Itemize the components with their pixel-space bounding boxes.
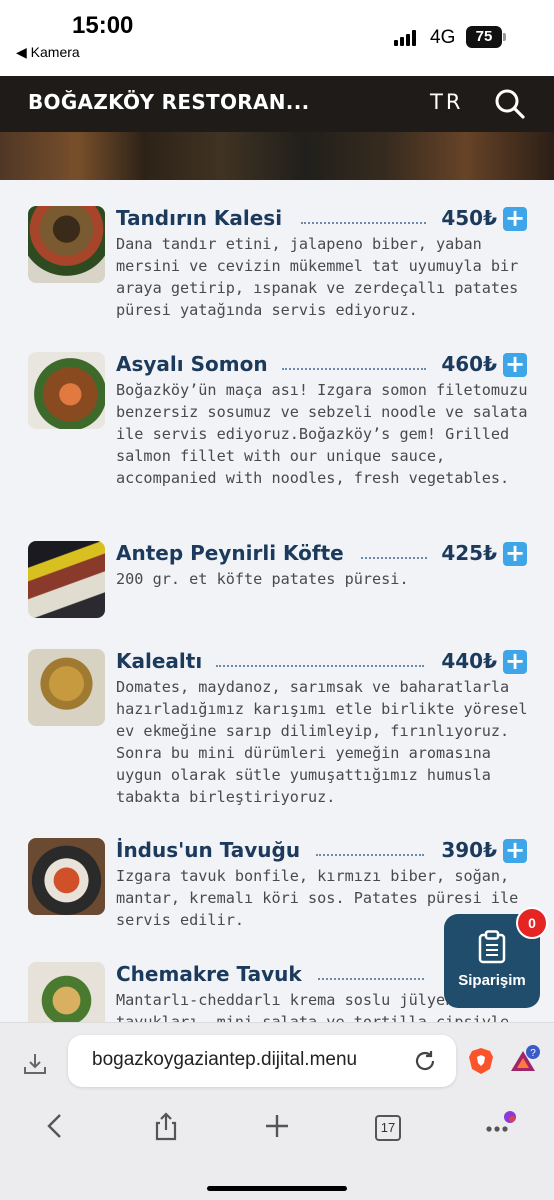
order-count-badge: 0	[516, 907, 548, 939]
item-price: 390₺	[441, 838, 497, 862]
menu-item[interactable]: Antep Peynirli Köfte 425₺ + 200 gr. et k…	[28, 541, 528, 621]
download-icon[interactable]	[22, 1051, 48, 1077]
app-header: BOĞAZKÖY RESTORAN... TR	[0, 76, 554, 132]
more-menu-icon[interactable]	[484, 1111, 516, 1141]
item-price: 440₺	[441, 649, 497, 673]
add-to-order-button[interactable]: +	[503, 541, 527, 566]
item-title-row: Antep Peynirli Köfte 425₺ +	[116, 541, 527, 567]
reload-icon[interactable]	[413, 1049, 437, 1073]
network-type: 4G	[430, 27, 456, 48]
item-name: Tandırın Kalesi	[116, 206, 283, 230]
url-text: bogazkoygaziantep.dijital.menu	[92, 1049, 358, 1070]
item-name: Chemakre Tavuk	[116, 962, 302, 986]
rewards-badge: ?	[530, 1048, 536, 1059]
menu-item[interactable]: Asyalı Somon 460₺ + Boğazköy’ün maça ası…	[28, 352, 528, 512]
menu-list: Tandırın Kalesi 450₺ + Dana tandır etini…	[0, 180, 554, 1022]
dotted-leader	[316, 854, 424, 856]
menu-item[interactable]: Kalealtı 440₺ + Domates, maydanoz, sarım…	[28, 649, 528, 814]
battery-tip	[503, 33, 506, 41]
hero-image	[0, 132, 554, 180]
dish-image	[28, 541, 105, 618]
back-icon[interactable]	[40, 1111, 70, 1141]
brave-shield-icon[interactable]	[468, 1047, 494, 1075]
dotted-leader	[216, 665, 424, 667]
language-selector[interactable]: TR	[430, 90, 463, 114]
add-to-order-button[interactable]: +	[503, 649, 527, 674]
back-to-app-link[interactable]: ◀ Kamera	[16, 44, 80, 61]
add-to-order-button[interactable]: +	[503, 838, 527, 863]
my-order-label: Siparişim	[458, 972, 526, 989]
item-price: 460₺	[441, 352, 497, 376]
item-price: 425₺	[441, 541, 497, 565]
address-bar[interactable]: bogazkoygaziantep.dijital.menu	[68, 1035, 456, 1087]
status-time: 15:00	[72, 12, 134, 39]
home-indicator	[207, 1186, 347, 1191]
item-name: Antep Peynirli Köfte	[116, 541, 344, 565]
restaurant-title[interactable]: BOĞAZKÖY RESTORAN...	[28, 90, 310, 114]
item-name: İndus'un Tavuğu	[116, 838, 301, 862]
item-price: 450₺	[441, 206, 497, 230]
dish-image	[28, 838, 105, 915]
dish-image	[28, 352, 105, 429]
item-title-row: Kalealtı 440₺ +	[116, 649, 527, 675]
item-description: Boğazköy’ün maça ası! Izgara somon filet…	[116, 381, 528, 487]
item-description: Domates, maydanoz, sarımsak ve baharatla…	[116, 678, 528, 806]
add-to-order-button[interactable]: +	[503, 206, 527, 231]
clipboard-icon	[478, 930, 506, 964]
item-title-row: Tandırın Kalesi 450₺ +	[116, 206, 527, 232]
status-bar: 15:00 ◀ Kamera 4G 75	[0, 0, 554, 76]
item-name: Asyalı Somon	[116, 352, 268, 376]
tabs-count-button[interactable]: 17	[375, 1115, 401, 1141]
new-tab-icon[interactable]	[262, 1111, 292, 1141]
add-to-order-button[interactable]: +	[503, 352, 527, 377]
dotted-leader	[318, 978, 424, 980]
item-title-row: İndus'un Tavuğu 390₺ +	[116, 838, 527, 864]
dish-image	[28, 206, 105, 283]
dotted-leader	[282, 368, 426, 370]
dotted-leader	[301, 222, 426, 224]
dotted-leader	[361, 557, 427, 559]
menu-item[interactable]: Tandırın Kalesi 450₺ + Dana tandır etini…	[28, 206, 528, 326]
item-description: Dana tandır etini, jalapeno biber, yaban…	[116, 235, 519, 319]
dish-image	[28, 962, 105, 1022]
battery-icon: 75	[466, 26, 502, 48]
item-title-row: Asyalı Somon 460₺ +	[116, 352, 527, 378]
item-description: 200 gr. et köfte patates püresi.	[116, 570, 409, 588]
share-icon[interactable]	[151, 1111, 181, 1141]
rewards-icon[interactable]: ?	[510, 1045, 540, 1075]
signal-icon	[394, 30, 420, 46]
item-name: Kalealtı	[116, 649, 203, 673]
dish-image	[28, 649, 105, 726]
search-icon[interactable]	[494, 88, 526, 120]
browser-toolbar: bogazkoygaziantep.dijital.menu ? 17	[0, 1022, 554, 1200]
